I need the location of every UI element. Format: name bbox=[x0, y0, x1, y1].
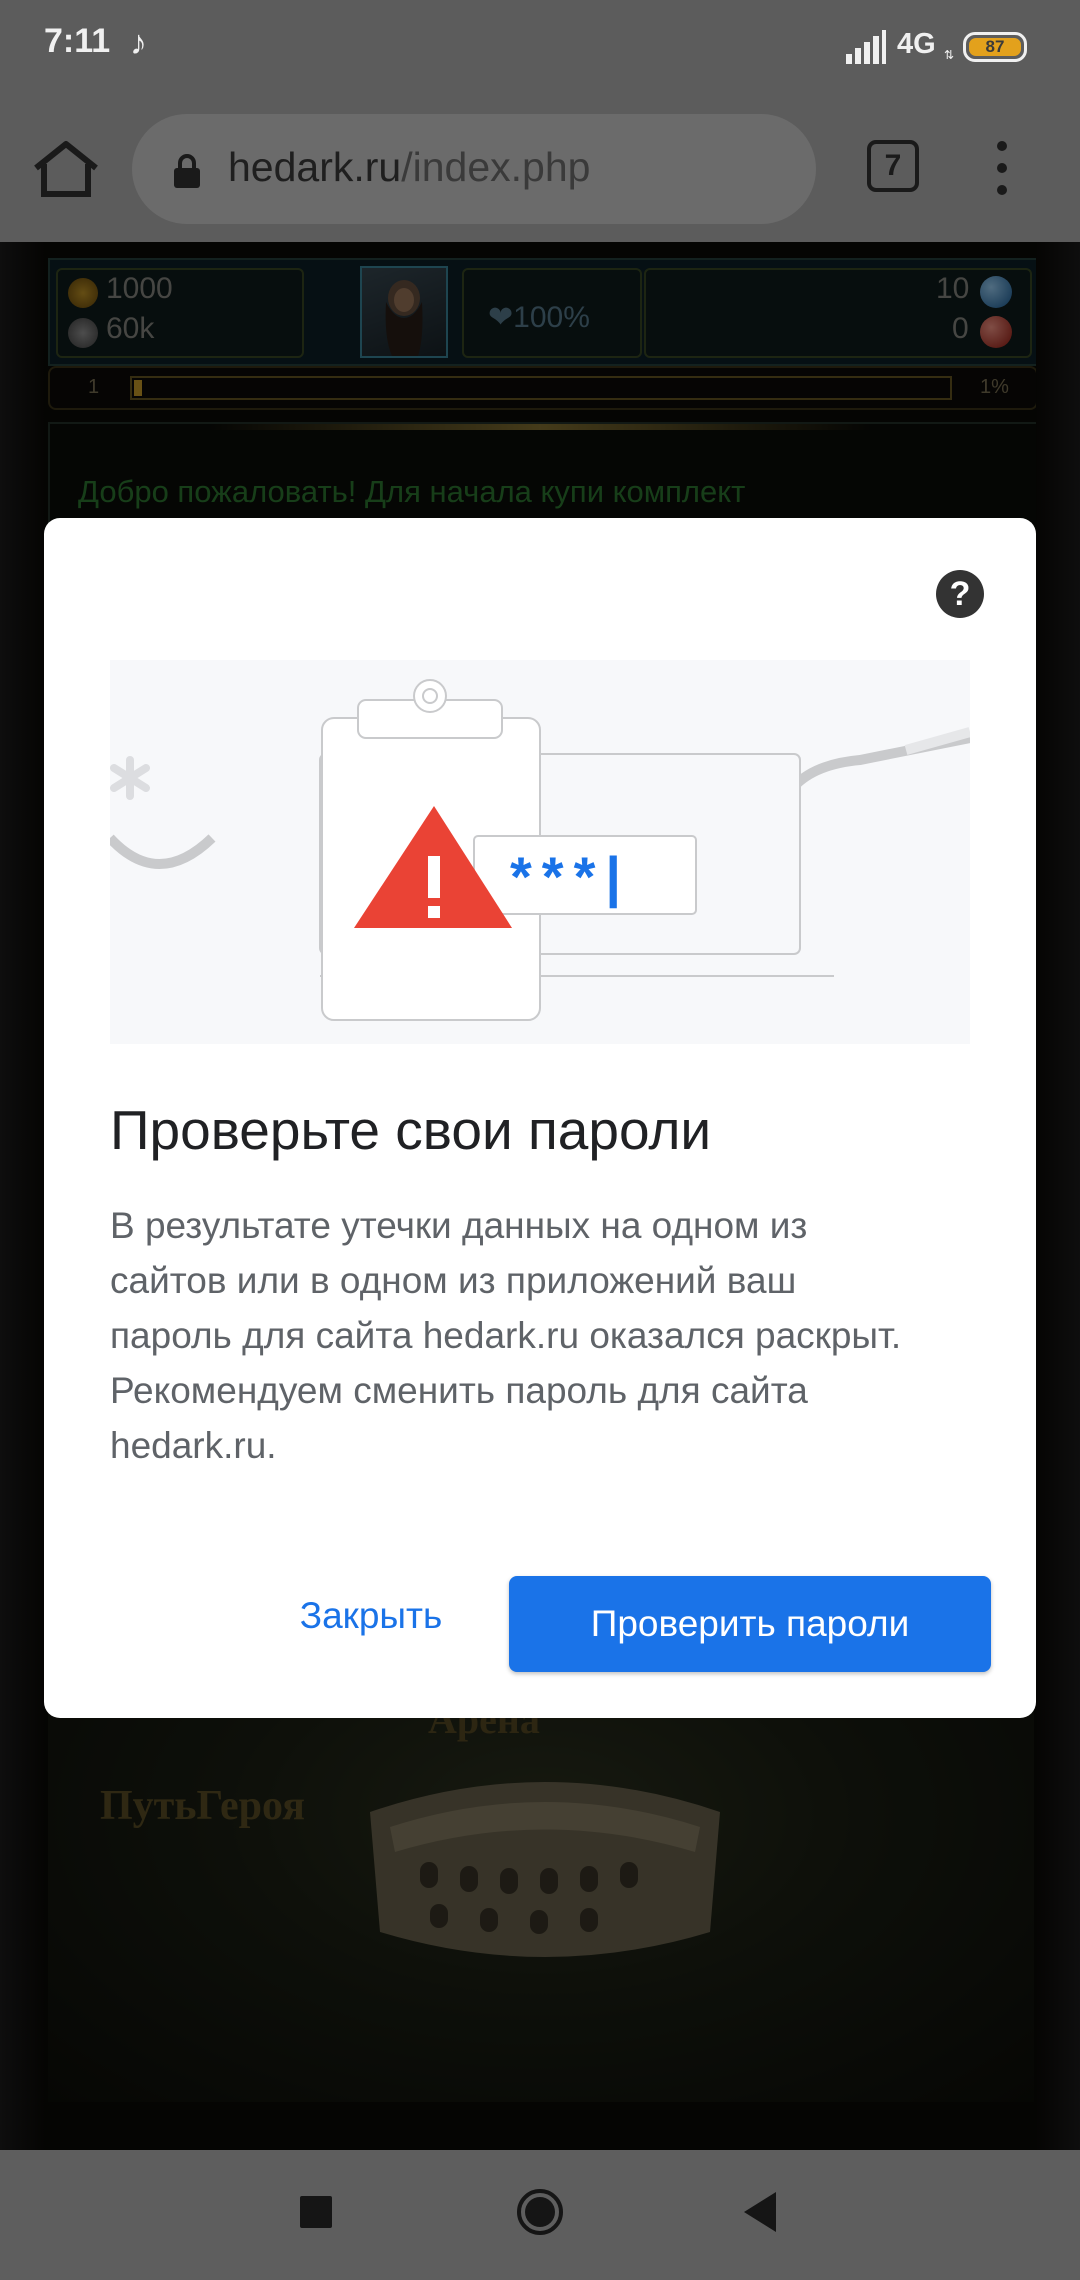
status-bar: 7:11 ♪ 4G ⇅ 87 bbox=[0, 0, 1080, 96]
browser-toolbar: hedark.ru/index.php 7 bbox=[0, 96, 1080, 242]
dialog-message: В результате утечки данных на одном из с… bbox=[110, 1198, 990, 1473]
battery-icon: 87 bbox=[963, 32, 1027, 62]
circle-icon[interactable] bbox=[516, 2188, 564, 2236]
battery-level: 87 bbox=[985, 37, 1005, 56]
help-icon[interactable]: ? bbox=[936, 570, 984, 618]
asterisk-decoration bbox=[110, 756, 150, 800]
status-time: 7:11 bbox=[44, 22, 111, 60]
url-host: hedark.ru bbox=[228, 144, 402, 190]
network-type: 4G bbox=[897, 28, 936, 60]
url-path: /index.php bbox=[401, 144, 591, 190]
square-icon[interactable] bbox=[300, 2196, 332, 2228]
password-check-dialog: ? ***| Проверьте свои пароли В результат… bbox=[44, 518, 1036, 1718]
home-icon[interactable] bbox=[30, 138, 102, 198]
dialog-message-line: В результате утечки данных на одном из bbox=[110, 1205, 808, 1246]
system-navigation-bar bbox=[0, 2150, 1080, 2280]
compromised-password-illustration: ***| bbox=[106, 660, 972, 1044]
dialog-message-line: пароль для сайта hedark.ru оказался раск… bbox=[110, 1315, 902, 1356]
dialog-message-line: hedark.ru. bbox=[110, 1425, 277, 1466]
illustration-graphic: ***| bbox=[106, 679, 972, 1021]
triangle-back-icon[interactable] bbox=[742, 2190, 778, 2234]
more-vert-icon[interactable] bbox=[990, 140, 1014, 196]
password-mask: ***| bbox=[510, 845, 631, 909]
url-text: hedark.ru/index.php bbox=[228, 144, 590, 191]
close-button[interactable]: Закрыть bbox=[266, 1576, 476, 1656]
data-activity-icon: ⇅ bbox=[944, 48, 955, 62]
tab-switcher-button[interactable]: 7 bbox=[867, 140, 919, 192]
lock-icon[interactable] bbox=[172, 154, 202, 188]
tiktok-notification-icon: ♪ bbox=[130, 24, 147, 62]
check-passwords-button[interactable]: Проверить пароли bbox=[509, 1576, 991, 1672]
dialog-message-line: сайтов или в одном из приложений ваш bbox=[110, 1260, 797, 1301]
dialog-title: Проверьте свои пароли bbox=[110, 1099, 712, 1161]
dialog-message-line: Рекомендуем сменить пароль для сайта bbox=[110, 1370, 808, 1411]
signal-icon bbox=[846, 30, 886, 64]
address-bar[interactable]: hedark.ru/index.php bbox=[132, 114, 816, 224]
